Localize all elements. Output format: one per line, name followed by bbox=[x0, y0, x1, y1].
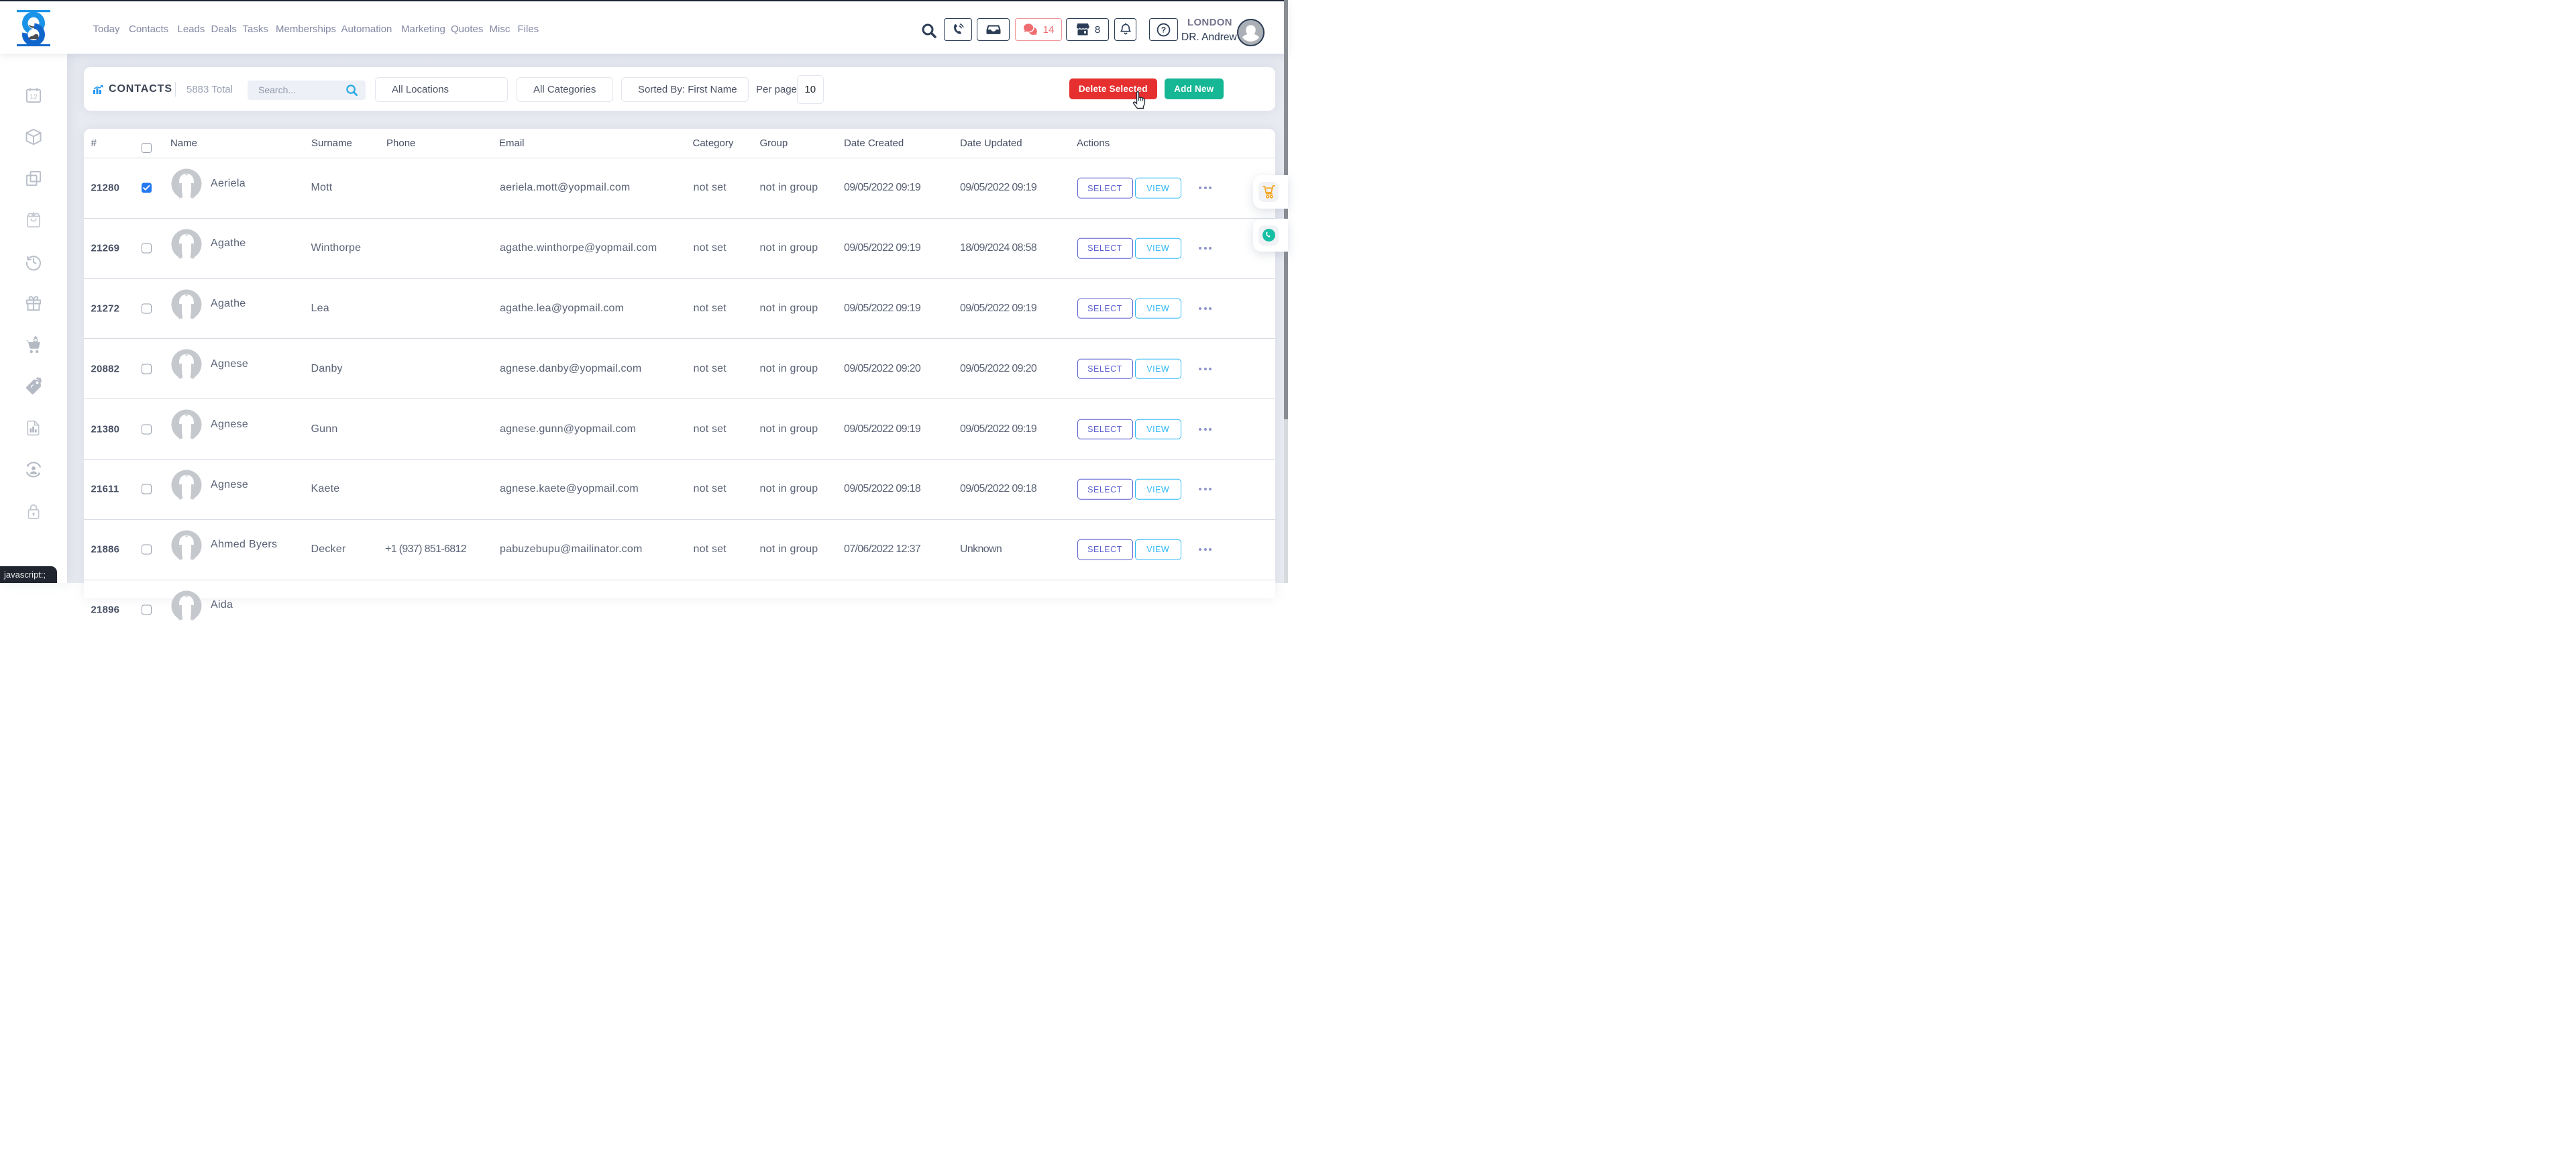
svg-text:?: ? bbox=[1161, 25, 1166, 34]
svg-text:12: 12 bbox=[30, 93, 38, 101]
